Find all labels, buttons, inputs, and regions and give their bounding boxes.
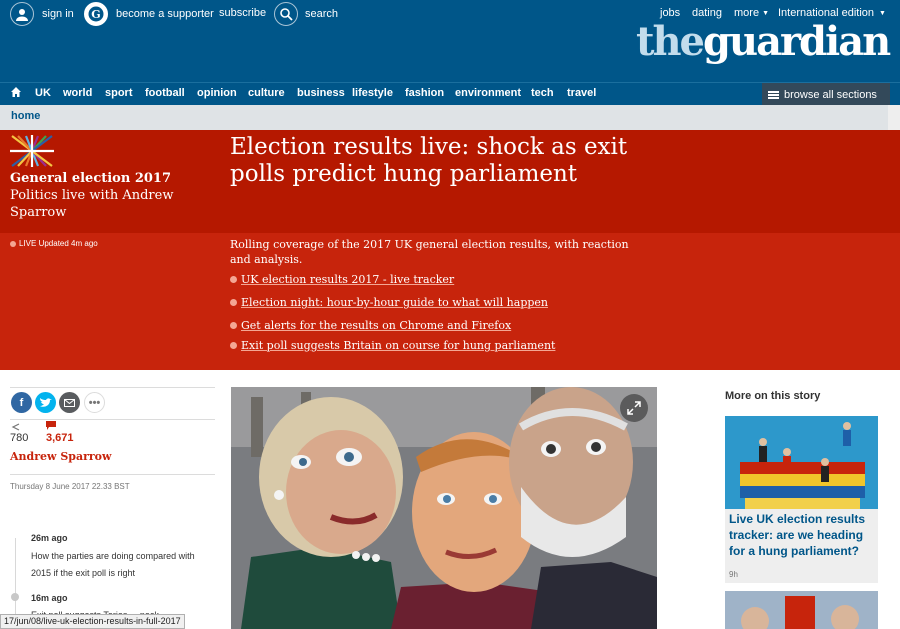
nav-item-business[interactable]: business xyxy=(297,87,345,99)
breadcrumb-bar: home xyxy=(0,105,900,130)
nav-item-lifestyle[interactable]: lifestyle xyxy=(352,87,393,99)
more-dots-icon: ••• xyxy=(88,396,101,409)
facebook-icon: f xyxy=(19,396,24,409)
become-supporter-label: become a supporter xyxy=(116,8,214,20)
nav-item-sport[interactable]: sport xyxy=(105,87,133,99)
breadcrumb-home[interactable]: home xyxy=(11,110,40,122)
election-podium-illustration xyxy=(725,416,878,509)
standfirst-link[interactable]: UK election results 2017 - live tracker xyxy=(230,273,454,286)
twitter-share-button[interactable] xyxy=(35,392,56,413)
related-story-image xyxy=(725,416,878,509)
series-subtitle: Politics live with Andrew Sparrow xyxy=(10,188,174,220)
live-status: LIVE Updated 4m ago xyxy=(10,239,98,248)
bullet-icon xyxy=(230,299,237,306)
key-event-link[interactable]: How the parties are doing compared with … xyxy=(31,548,206,582)
comment-icon xyxy=(46,421,56,430)
status-bar-url: 17/jun/08/live-uk-election-results-in-fu… xyxy=(0,614,185,629)
nav-item-world[interactable]: world xyxy=(63,87,92,99)
comment-count[interactable]: 3,671 xyxy=(46,432,74,444)
caret-down-icon: ▼ xyxy=(762,9,769,17)
twitter-icon xyxy=(39,397,52,407)
live-status-text: LIVE Updated 4m ago xyxy=(19,239,98,248)
key-event-time: 16m ago xyxy=(31,593,68,603)
become-supporter-link[interactable]: G become a supporter xyxy=(84,2,214,26)
standfirst-link[interactable]: Get alerts for the results on Chrome and… xyxy=(230,319,511,332)
bullet-icon xyxy=(230,342,237,349)
nav-item-uk[interactable]: UK xyxy=(35,87,51,99)
browse-label: browse all sections xyxy=(784,88,877,101)
logo-guardian: guardian xyxy=(703,18,891,65)
divider xyxy=(10,419,215,420)
email-icon xyxy=(64,398,75,407)
svg-text:G: G xyxy=(91,8,100,21)
nav-item-environment[interactable]: environment xyxy=(455,87,521,99)
related-story-card-2[interactable] xyxy=(725,591,878,629)
site-header: sign in G become a supporter subscribe s… xyxy=(0,0,900,82)
share-count-icon xyxy=(11,423,20,431)
search-label: search xyxy=(305,8,339,20)
share-count: 780 xyxy=(10,432,29,444)
browse-all-sections-button[interactable]: browse all sections xyxy=(762,83,890,106)
series-title[interactable]: General election 2017 xyxy=(10,171,171,186)
bullet-icon xyxy=(230,276,237,283)
related-story-title: Live UK election results tracker: are we… xyxy=(729,512,866,558)
sign-in-label: sign in xyxy=(42,8,74,20)
guardian-g-icon: G xyxy=(84,2,108,26)
more-on-this-story-heading: More on this story xyxy=(725,390,821,402)
subscribe-link[interactable]: subscribe xyxy=(219,7,266,19)
divider xyxy=(10,474,215,475)
publish-date: Thursday 8 June 2017 22.33 BST xyxy=(10,482,130,491)
standfirst-link[interactable]: Election night: hour-by-hour guide to wh… xyxy=(230,296,548,309)
search-icon xyxy=(274,2,298,26)
caret-down-icon: ▼ xyxy=(879,9,886,17)
page-title: Election results live: shock as exit pol… xyxy=(230,134,628,187)
expand-image-button[interactable] xyxy=(620,394,648,422)
search-button[interactable]: search xyxy=(274,2,338,26)
standfirst-link[interactable]: Exit poll suggests Britain on course for… xyxy=(230,339,555,352)
expand-icon xyxy=(627,401,641,415)
related-story-time: 9h xyxy=(729,570,738,579)
guardian-logo[interactable]: theguardian xyxy=(636,18,891,65)
facebook-share-button[interactable]: f xyxy=(11,392,32,413)
user-icon xyxy=(10,2,34,26)
logo-the: the xyxy=(636,18,705,65)
main-image[interactable] xyxy=(231,387,657,629)
nav-item-culture[interactable]: culture xyxy=(248,87,285,99)
key-event-time: 26m ago xyxy=(31,533,68,543)
section-nav: UK world sport football opinion culture … xyxy=(0,82,900,106)
divider xyxy=(10,387,215,388)
email-share-button[interactable] xyxy=(59,392,80,413)
nav-item-football[interactable]: football xyxy=(145,87,185,99)
bullet-icon xyxy=(230,322,237,329)
home-icon[interactable] xyxy=(10,86,22,101)
nav-item-tech[interactable]: tech xyxy=(531,87,554,99)
timeline-dot xyxy=(11,593,19,601)
puppets-photo xyxy=(231,387,657,629)
related-story-card[interactable]: Live UK election results tracker: are we… xyxy=(725,416,878,583)
link-text: Exit poll suggests Britain on course for… xyxy=(241,339,556,352)
live-dot-icon xyxy=(10,240,16,247)
author-link[interactable]: Andrew Sparrow xyxy=(10,450,111,463)
nav-item-opinion[interactable]: opinion xyxy=(197,87,237,99)
more-share-button[interactable]: ••• xyxy=(84,392,105,413)
menu-icon xyxy=(768,90,779,99)
sign-in-link[interactable]: sign in xyxy=(10,2,74,26)
nav-item-fashion[interactable]: fashion xyxy=(405,87,444,99)
link-text: Election night: hour-by-hour guide to wh… xyxy=(241,296,548,309)
scroll-gutter xyxy=(888,105,900,130)
election-union-flag-icon xyxy=(10,135,54,167)
link-text: UK election results 2017 - live tracker xyxy=(241,273,455,286)
nav-item-travel[interactable]: travel xyxy=(567,87,596,99)
standfirst: Rolling coverage of the 2017 UK general … xyxy=(230,238,629,266)
related-story-image-2 xyxy=(725,591,878,629)
link-text: Get alerts for the results on Chrome and… xyxy=(241,319,512,332)
